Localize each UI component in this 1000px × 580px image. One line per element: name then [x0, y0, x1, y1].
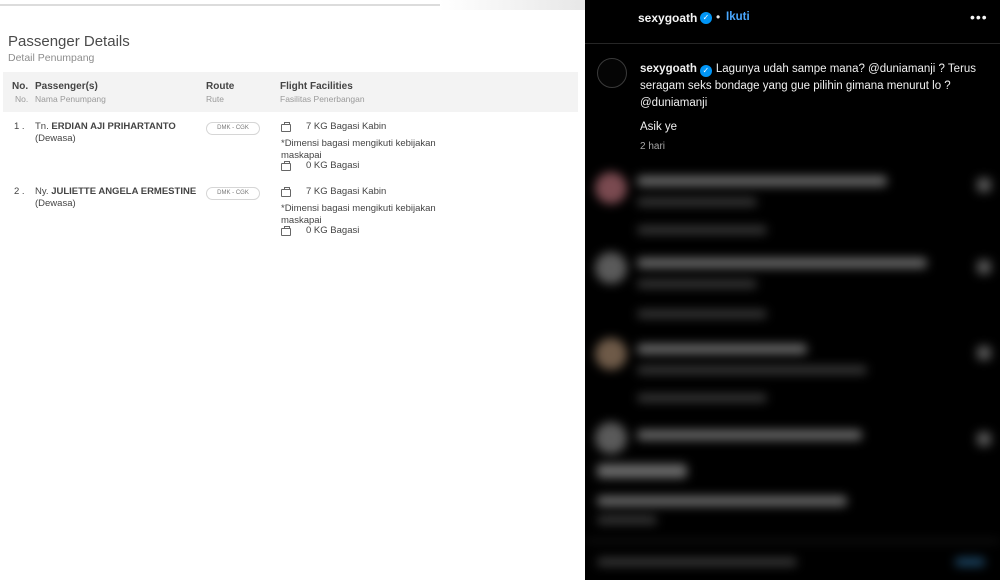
passenger-type: (Dewasa) [35, 198, 76, 209]
blurred-comment [637, 258, 927, 268]
verified-badge-icon: ✓ [700, 12, 712, 24]
blurred-avatar [595, 252, 627, 284]
ticket-document: Passenger Details Detail Penumpang No. N… [0, 0, 585, 580]
col-passenger: Passenger(s) [35, 81, 98, 92]
baggage-note: *Dimensi bagasi mengikuti kebijakan mask… [281, 203, 436, 226]
blurred-meta [637, 366, 867, 374]
blurred-comments [585, 160, 1000, 580]
blurred-replies [637, 394, 767, 402]
row-number: 2 . [14, 186, 25, 197]
top-shadow [440, 0, 585, 10]
blurred-meta [637, 198, 757, 206]
more-options-icon[interactable]: ••• [970, 9, 988, 25]
table-row: 1 . Tn. ERDIAN AJI PRIHARTANTO (Dewasa) … [0, 121, 585, 181]
col-route: Route [206, 81, 235, 92]
instagram-post-panel: sexygoath ✓ • Ikuti ••• sexygoath ✓ Laguny… [585, 0, 1000, 580]
blurred-post-button [955, 558, 985, 566]
caption-second-line: Asik ye [640, 121, 678, 133]
follow-button[interactable]: Ikuti [726, 11, 750, 23]
blurred-comment-input [597, 558, 797, 566]
route-badge: DMK - CGK [206, 187, 260, 200]
blurred-comment [637, 176, 887, 186]
cabin-baggage: 7 KG Bagasi Kabin [306, 121, 387, 132]
luggage-icon [281, 226, 291, 236]
passenger-name: Tn. ERDIAN AJI PRIHARTANTO [35, 121, 176, 132]
section-title: Passenger Details [8, 33, 130, 50]
heart-icon[interactable] [977, 178, 991, 192]
col-facilities-sub: Fasilitas Penerbangan [280, 94, 365, 104]
header-username[interactable]: sexygoath [638, 11, 697, 25]
checked-baggage: 0 KG Bagasi [306, 160, 360, 171]
verified-badge-icon: ✓ [699, 65, 712, 77]
luggage-icon [281, 161, 291, 171]
blurred-divider [585, 540, 1000, 542]
blurred-date [597, 516, 657, 524]
col-no-sub: No. [15, 94, 29, 104]
post-time: 2 hari [640, 141, 666, 152]
luggage-icon [281, 187, 291, 197]
col-passenger-sub: Nama Penumpang [35, 94, 106, 104]
section-subtitle: Detail Penumpang [8, 52, 95, 64]
blurred-meta [637, 280, 757, 288]
header-divider [585, 43, 1000, 44]
row-number: 1 . [14, 121, 25, 132]
blurred-avatar [595, 172, 627, 204]
caption: sexygoath ✓ Lagunya udah sampe mana? @duni… [640, 61, 980, 112]
table-header: No. No. Passenger(s) Nama Penumpang Rout… [3, 72, 578, 112]
blurred-actions [597, 464, 687, 478]
blurred-comment [637, 430, 862, 440]
col-no: No. [12, 81, 29, 92]
avatar[interactable] [597, 58, 627, 88]
table-row: 2 . Ny. JULIETTE ANGELA ERMESTINE (Dewas… [0, 186, 585, 246]
blurred-avatar [595, 338, 627, 370]
blurred-replies [637, 310, 767, 318]
passenger-type: (Dewasa) [35, 133, 76, 144]
heart-icon[interactable] [977, 346, 991, 360]
passenger-name: Ny. JULIETTE ANGELA ERMESTINE [35, 186, 197, 197]
route-badge: DMK - CGK [206, 122, 260, 135]
blurred-replies [637, 226, 767, 234]
baggage-note: *Dimensi bagasi mengikuti kebijakan mask… [281, 138, 436, 161]
luggage-icon [281, 122, 291, 132]
checked-baggage: 0 KG Bagasi [306, 225, 360, 236]
caption-username[interactable]: sexygoath [640, 63, 697, 75]
blurred-avatar [595, 422, 627, 454]
blurred-likes [597, 496, 847, 506]
blurred-comment [637, 344, 807, 354]
col-route-sub: Rute [206, 94, 224, 104]
heart-icon[interactable] [977, 260, 991, 274]
col-facilities: Flight Facilities [280, 81, 353, 92]
cabin-baggage: 7 KG Bagasi Kabin [306, 186, 387, 197]
header-separator: • [716, 10, 721, 24]
heart-icon[interactable] [977, 432, 991, 446]
